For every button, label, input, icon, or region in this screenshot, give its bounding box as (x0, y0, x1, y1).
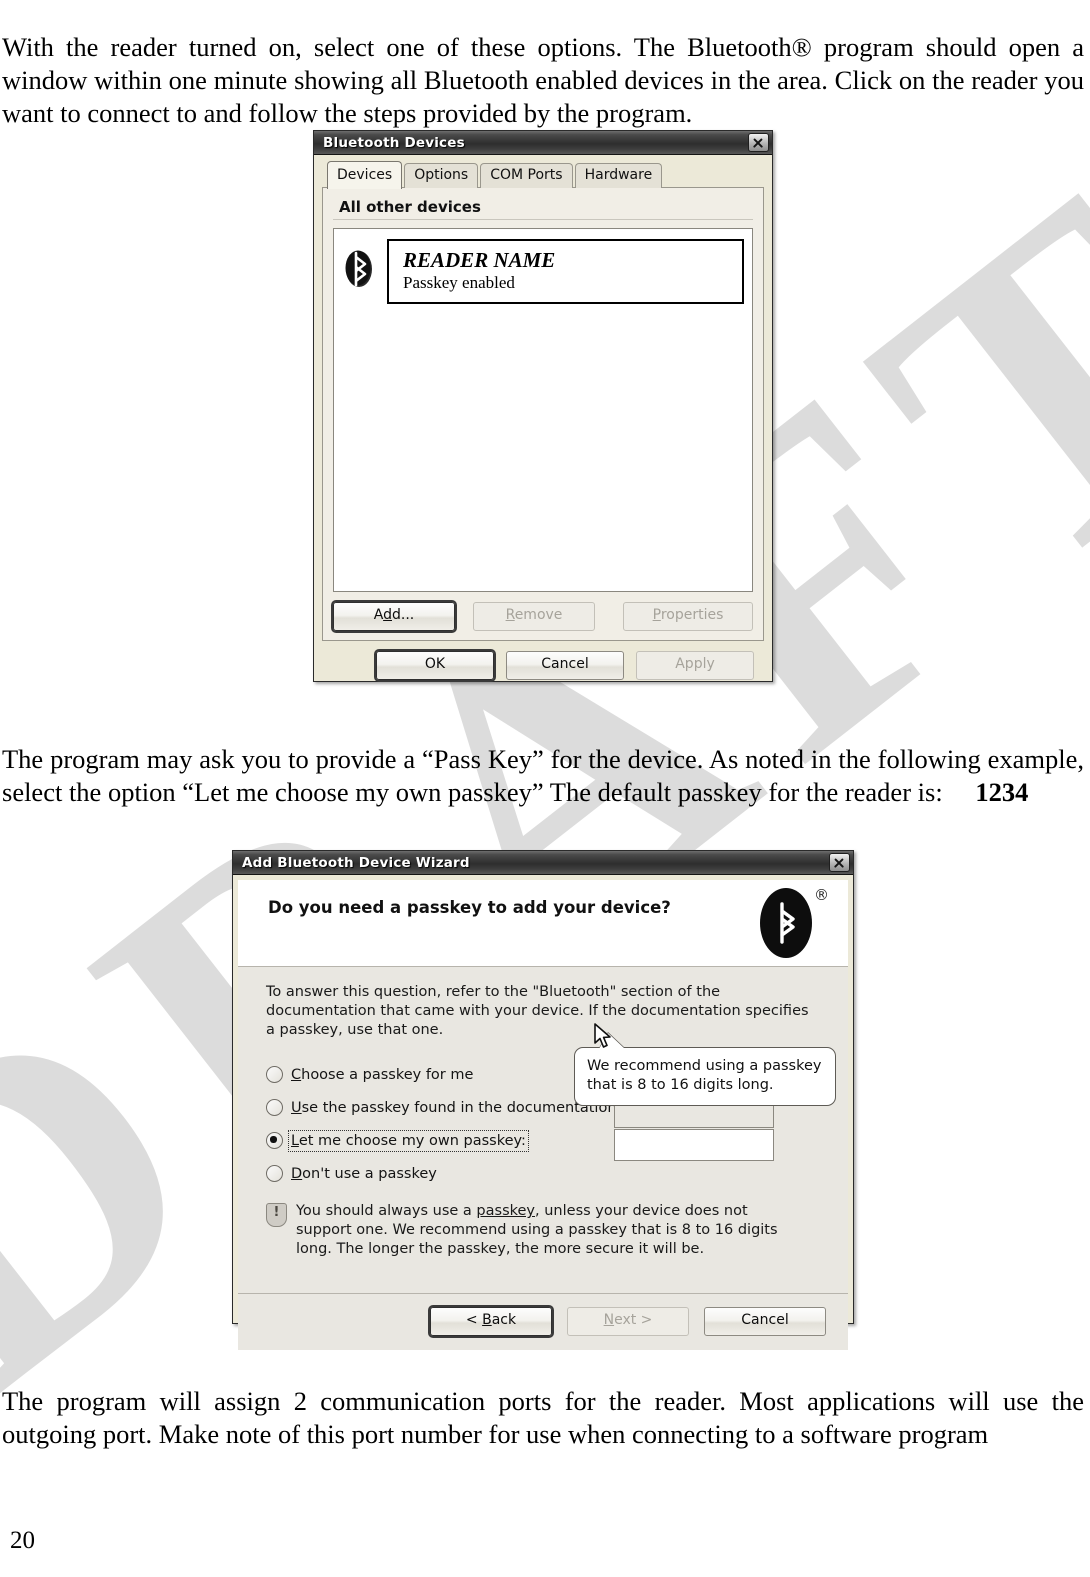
devices-tab-panel: All other devices READER NAME Passkey en… (322, 187, 764, 641)
add-button[interactable]: Add... (333, 602, 455, 631)
bluetooth-icon (342, 249, 376, 294)
option-label: Let me choose my own passkey: (288, 1129, 529, 1152)
wizard-header: Do you need a passkey to add your device… (238, 880, 848, 967)
next-button: Next > (567, 1307, 689, 1336)
add-bluetooth-device-wizard: Add Bluetooth Device Wizard Do you need … (232, 850, 854, 1350)
group-header-divider (333, 219, 753, 220)
own-passkey-input[interactable] (614, 1129, 774, 1161)
option-label: Use the passkey found in the documentati… (291, 1099, 622, 1116)
wizard-content: To answer this question, refer to the "B… (238, 967, 848, 1293)
radio-icon[interactable] (266, 1165, 283, 1182)
radio-icon[interactable] (266, 1066, 283, 1083)
wizard-title: Add Bluetooth Device Wizard (242, 854, 470, 871)
device-listbox[interactable]: READER NAME Passkey enabled (333, 228, 753, 592)
passkey-paragraph: The program may ask you to provide a “Pa… (2, 743, 1084, 809)
radio-icon[interactable] (266, 1132, 283, 1149)
shield-info-icon (266, 1203, 287, 1227)
tooltip-text: We recommend using a passkey that is 8 t… (587, 1058, 822, 1093)
wizard-cancel-button[interactable]: Cancel (704, 1307, 826, 1336)
device-entry-box[interactable]: READER NAME Passkey enabled (387, 239, 744, 304)
default-passkey-value: 1234 (975, 776, 1029, 807)
note-text-before: You should always use a (296, 1203, 477, 1219)
wizard-instructions: To answer this question, refer to the "B… (266, 984, 809, 1038)
list-action-buttons: Add... Remove Properties (333, 602, 753, 631)
bluetooth-logo-icon: ® (760, 886, 829, 958)
radio-icon[interactable] (266, 1099, 283, 1116)
passkey-link[interactable]: passkey (476, 1203, 535, 1219)
security-note-text: You should always use a passkey, unless … (296, 1202, 786, 1259)
group-header-all-other-devices: All other devices (339, 198, 481, 216)
page-number: 20 (10, 1527, 35, 1554)
dialog-footer: OK Cancel Apply (322, 641, 764, 680)
registered-mark-icon: ® (814, 886, 829, 904)
tab-com-ports[interactable]: COM Ports (480, 163, 573, 188)
wizard-titlebar: Add Bluetooth Device Wizard (233, 851, 853, 875)
remove-button: Remove (473, 602, 595, 631)
tab-bar: Devices Options COM Ports Hardware (322, 161, 764, 189)
wizard-body: Do you need a passkey to add your device… (233, 875, 853, 1355)
wizard-heading: Do you need a passkey to add your device… (268, 898, 671, 917)
intro-paragraph: With the reader turned on, select one of… (2, 31, 1084, 128)
dialog-title: Bluetooth Devices (323, 134, 465, 151)
apply-button: Apply (636, 651, 754, 680)
ok-button[interactable]: OK (376, 651, 494, 680)
close-icon[interactable] (829, 853, 850, 872)
dialog-titlebar: Bluetooth Devices (314, 131, 772, 155)
option-choose-own-passkey[interactable]: Let me choose my own passkey: (266, 1129, 820, 1161)
close-icon[interactable] (748, 133, 769, 152)
dialog-body: Devices Options COM Ports Hardware All o… (314, 155, 772, 688)
bluetooth-devices-dialog: Bluetooth Devices Devices Options COM Po… (313, 130, 773, 682)
device-list-item[interactable]: READER NAME Passkey enabled (342, 239, 744, 304)
tab-devices[interactable]: Devices (327, 161, 403, 189)
passkey-paragraph-text: The program may ask you to provide a “Pa… (2, 743, 1084, 807)
device-name: READER NAME (403, 248, 556, 272)
option-label: Choose a passkey for me (291, 1066, 474, 1083)
tab-hardware[interactable]: Hardware (574, 163, 663, 188)
mouse-pointer-icon (594, 1023, 614, 1056)
option-label: Don't use a passkey (291, 1165, 437, 1182)
device-status: Passkey enabled (403, 273, 515, 292)
properties-button: Properties (623, 602, 753, 631)
tab-options[interactable]: Options (404, 163, 479, 188)
wizard-footer: < Back Next > Cancel (238, 1293, 848, 1350)
option-dont-use-passkey[interactable]: Don't use a passkey (266, 1165, 820, 1182)
security-note: You should always use a passkey, unless … (266, 1202, 786, 1259)
ports-paragraph: The program will assign 2 communication … (2, 1385, 1084, 1449)
cancel-button[interactable]: Cancel (506, 651, 624, 680)
back-button[interactable]: < Back (430, 1307, 552, 1336)
